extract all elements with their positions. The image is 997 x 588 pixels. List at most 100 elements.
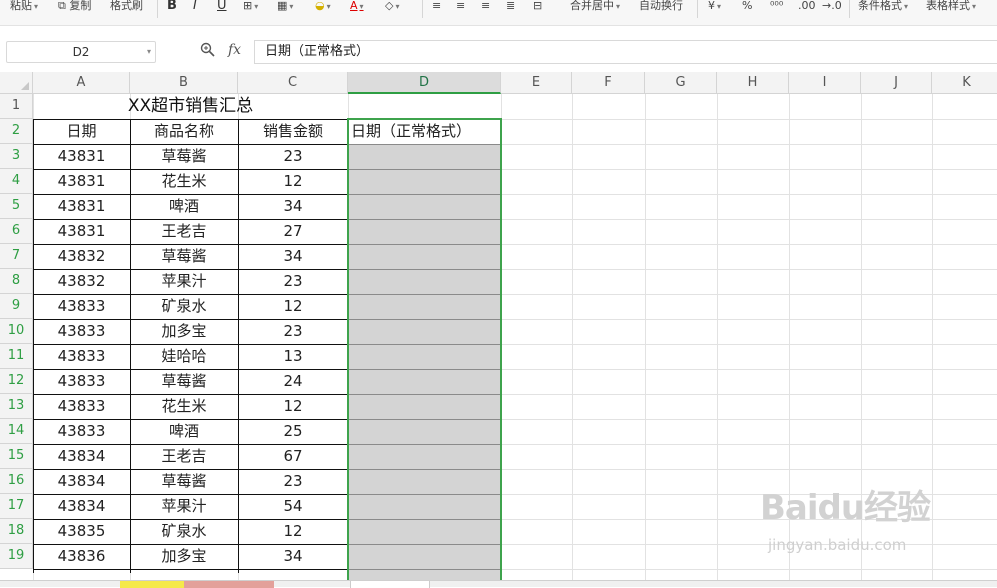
table-cell[interactable]: 43834 [33, 444, 130, 469]
currency-icon[interactable]: ¥ ▾ [708, 0, 721, 14]
column-header-j[interactable]: J [861, 72, 932, 94]
row-header-12[interactable]: 12 [0, 369, 33, 394]
table-cell[interactable]: 67 [238, 444, 348, 469]
table-cell[interactable]: 34 [238, 194, 348, 219]
conditional-format-button[interactable]: 条件格式 ▾ [858, 0, 908, 14]
table-cell[interactable]: 23 [238, 469, 348, 494]
table-cell[interactable]: 王老吉 [130, 444, 238, 469]
row-header-14[interactable]: 14 [0, 419, 33, 444]
row-header-19[interactable]: 19 [0, 544, 33, 569]
merge-center-button[interactable]: 合并居中 ▾ [570, 0, 620, 14]
row-header-11[interactable]: 11 [0, 344, 33, 369]
justify-icon[interactable]: ≣ [506, 0, 515, 14]
table-cell[interactable]: 23 [238, 144, 348, 169]
paste-button[interactable]: 粘贴 ▾ [10, 0, 38, 14]
align-left-icon[interactable]: ≡ [432, 0, 441, 14]
decrease-decimal-icon[interactable]: →.0 [822, 0, 842, 14]
row-header-9[interactable]: 9 [0, 294, 33, 319]
fx-icon[interactable]: fx [228, 42, 241, 58]
column-header-f[interactable]: F [572, 72, 645, 94]
table-cell[interactable]: 啤酒 [130, 419, 238, 444]
table-cell[interactable]: 花生米 [130, 394, 238, 419]
row-header-6[interactable]: 6 [0, 219, 33, 244]
header-cell[interactable]: 日期 [33, 119, 130, 144]
row-header-2[interactable]: 2 [0, 119, 33, 144]
comma-icon[interactable]: ⁰⁰⁰ [770, 0, 783, 14]
table-cell[interactable]: 草莓酱 [130, 469, 238, 494]
header-cell[interactable]: 销售金额 [238, 119, 348, 144]
header-cell[interactable]: 商品名称 [130, 119, 238, 144]
table-cell[interactable]: 苹果汁 [130, 494, 238, 519]
table-cell[interactable]: 12 [238, 394, 348, 419]
formula-input[interactable]: 日期（正常格式） [254, 40, 997, 64]
wrap-text-button[interactable]: 自动换行 [639, 0, 683, 14]
table-cell[interactable]: 43836 [33, 544, 130, 569]
table-cell[interactable]: 加多宝 [130, 544, 238, 569]
column-header-b[interactable]: B [130, 72, 238, 94]
row-header-3[interactable]: 3 [0, 144, 33, 169]
highlight-icon[interactable]: ◒ ▾ [315, 0, 331, 14]
table-cell[interactable]: 12 [238, 294, 348, 319]
column-header-g[interactable]: G [645, 72, 717, 94]
row-header-5[interactable]: 5 [0, 194, 33, 219]
bold-button[interactable]: B [167, 0, 177, 14]
align-center-icon[interactable]: ≡ [456, 0, 465, 14]
table-cell[interactable]: 矿泉水 [130, 294, 238, 319]
increase-decimal-button[interactable]: .00 [798, 0, 816, 14]
column-header-a[interactable]: A [33, 72, 130, 94]
spreadsheet-grid[interactable]: A B C D E F G H I J K 1 2 3 4 5 6 7 8 9 10 11 12 13 14 15 16 17 18 19… [0, 72, 997, 580]
distribute-icon[interactable]: ⊟ [533, 0, 542, 14]
row-header-15[interactable]: 15 [0, 444, 33, 469]
table-cell[interactable]: 43831 [33, 219, 130, 244]
table-cell[interactable]: 25 [238, 419, 348, 444]
table-cell[interactable]: 43835 [33, 519, 130, 544]
table-cell[interactable]: 24 [238, 369, 348, 394]
row-header-8[interactable]: 8 [0, 269, 33, 294]
zoom-search-icon[interactable] [200, 42, 215, 61]
column-header-d[interactable]: D [348, 72, 501, 94]
column-header-c[interactable]: C [238, 72, 348, 94]
fill-color-icon[interactable]: ▦ ▾ [277, 0, 293, 14]
table-cell[interactable]: 啤酒 [130, 194, 238, 219]
cell-d2-header[interactable]: 日期（正常格式） [348, 119, 501, 144]
table-cell[interactable]: 加多宝 [130, 319, 238, 344]
copy-button[interactable]: ⧉ 复制 [58, 0, 91, 14]
font-color-icon[interactable]: A ▾ [350, 0, 364, 14]
align-right-icon[interactable]: ≡ [481, 0, 490, 14]
table-cell[interactable]: 54 [238, 494, 348, 519]
row-header-17[interactable]: 17 [0, 494, 33, 519]
underline-button[interactable]: U [217, 0, 227, 14]
column-header-h[interactable]: H [717, 72, 789, 94]
border-icon[interactable]: ⊞ ▾ [243, 0, 258, 14]
table-cell[interactable]: 43834 [33, 494, 130, 519]
table-cell[interactable]: 34 [238, 544, 348, 569]
table-cell[interactable]: 23 [238, 319, 348, 344]
name-box[interactable]: D2 ▾ [6, 41, 156, 63]
table-cell[interactable]: 13 [238, 344, 348, 369]
table-cell[interactable]: 43833 [33, 394, 130, 419]
column-header-e[interactable]: E [501, 72, 572, 94]
row-header-13[interactable]: 13 [0, 394, 33, 419]
table-cell[interactable]: 43832 [33, 269, 130, 294]
table-cell[interactable]: 草莓酱 [130, 244, 238, 269]
table-cell[interactable]: 花生米 [130, 169, 238, 194]
table-cell[interactable]: 矿泉水 [130, 519, 238, 544]
row-header-1[interactable]: 1 [0, 94, 33, 119]
format-painter-button[interactable]: 格式刷 [110, 0, 143, 14]
row-header-18[interactable]: 18 [0, 519, 33, 544]
eraser-icon[interactable]: ◇ ▾ [385, 0, 399, 14]
table-cell[interactable]: 43833 [33, 294, 130, 319]
table-cell[interactable]: 12 [238, 169, 348, 194]
table-cell[interactable]: 王老吉 [130, 219, 238, 244]
table-cell[interactable]: 43833 [33, 344, 130, 369]
table-cell[interactable]: 43831 [33, 194, 130, 219]
row-header-7[interactable]: 7 [0, 244, 33, 269]
percent-button[interactable]: % [742, 0, 752, 14]
table-cell[interactable]: 草莓酱 [130, 144, 238, 169]
table-cell[interactable]: 43831 [33, 169, 130, 194]
table-cell[interactable]: 草莓酱 [130, 369, 238, 394]
table-cell[interactable]: 34 [238, 244, 348, 269]
select-all-corner[interactable] [0, 72, 33, 94]
italic-button[interactable]: I [193, 0, 197, 14]
table-cell[interactable]: 27 [238, 219, 348, 244]
